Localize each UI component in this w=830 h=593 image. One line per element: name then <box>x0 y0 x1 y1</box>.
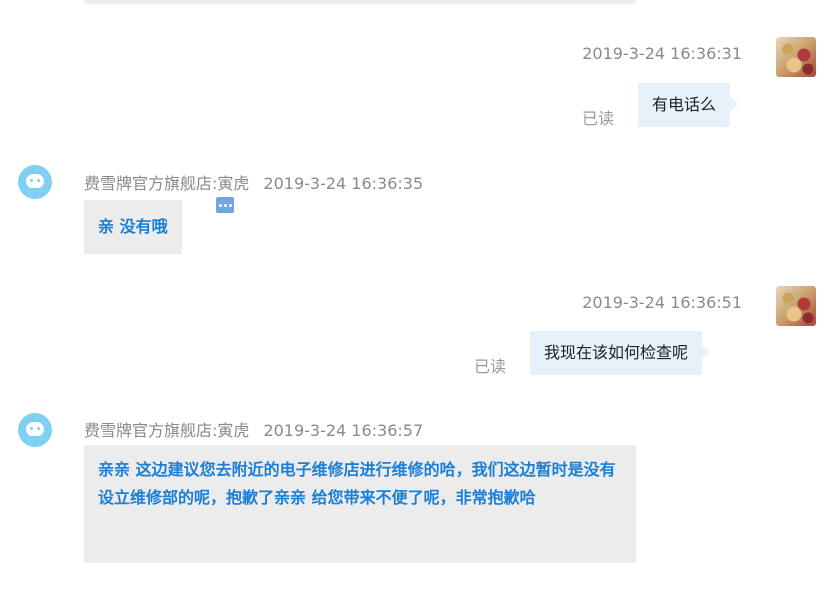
incoming-message-bubble[interactable]: 亲 没有哦 <box>84 200 182 254</box>
message-text: 亲亲 这边建议您去附近的电子维修店进行维修的哈，我们这边暂时是没有设立维修部的呢… <box>98 460 616 507</box>
user-avatar[interactable] <box>776 37 816 77</box>
message-timestamp: 2019-3-24 16:36:35 <box>263 174 424 193</box>
message-timestamp: 2019-3-24 16:36:51 <box>582 293 742 312</box>
sender-name: 费雪牌官方旗舰店:寅虎 <box>84 174 250 193</box>
message-timestamp: 2019-3-24 16:36:57 <box>263 421 424 440</box>
agent-avatar-face <box>26 174 44 188</box>
incoming-message-bubble[interactable]: 亲亲 这边建议您去附近的电子维修店进行维修的哈，我们这边暂时是没有设立维修部的呢… <box>84 445 636 563</box>
agent-avatar[interactable] <box>18 413 52 447</box>
agent-avatar[interactable] <box>18 165 52 199</box>
read-status: 已读 <box>582 109 615 128</box>
outgoing-message-bubble[interactable]: 我现在该如何检查呢 <box>530 331 711 375</box>
previous-message-bubble <box>84 0 636 4</box>
more-options-icon[interactable] <box>216 197 234 213</box>
message-header: 费雪牌官方旗舰店:寅虎 2019-3-24 16:36:57 <box>84 417 423 441</box>
message-header: 费雪牌官方旗舰店:寅虎 2019-3-24 16:36:35 <box>84 170 423 194</box>
outgoing-message-bubble[interactable]: 有电话么 <box>638 83 739 127</box>
read-status: 已读 <box>474 357 507 376</box>
sender-name: 费雪牌官方旗舰店:寅虎 <box>84 421 250 440</box>
message-text: 亲 没有哦 <box>98 217 168 236</box>
user-avatar[interactable] <box>776 286 816 326</box>
message-timestamp: 2019-3-24 16:36:31 <box>582 44 742 63</box>
agent-avatar-face <box>26 422 44 436</box>
message-text: 有电话么 <box>652 95 717 114</box>
message-text: 我现在该如何检查呢 <box>544 343 689 362</box>
